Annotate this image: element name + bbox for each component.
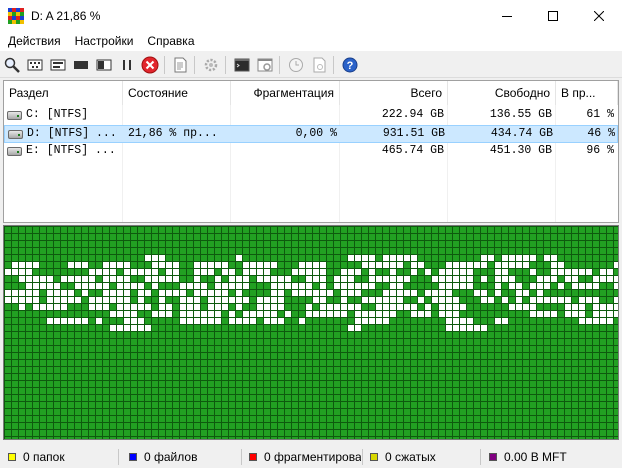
mft-optimize-button[interactable]	[94, 55, 114, 75]
volume-row[interactable]: C: [NTFS] 222.94 GB 136.55 GB 61 %	[4, 107, 618, 125]
stop-icon	[141, 56, 159, 74]
cell-free: 451.30 GB	[489, 144, 552, 157]
cell-fragmentation: 0,00 %	[295, 127, 337, 140]
cluster-map-grid	[4, 226, 618, 439]
cell-free: 136.55 GB	[489, 108, 552, 121]
menu-bar: Действия Настройки Справка	[0, 31, 622, 51]
drive-icon	[7, 147, 22, 156]
cluster-map	[3, 225, 619, 440]
schedule-icon	[289, 58, 303, 72]
cell-percent: 61 %	[586, 108, 614, 121]
legend-blue-swatch	[129, 453, 137, 461]
column-header-status[interactable]: Состояние	[123, 81, 231, 105]
analyze-icon	[4, 57, 20, 73]
report-icon	[174, 57, 187, 73]
toolbar: ?	[0, 52, 622, 78]
boot-time-icon	[257, 58, 273, 72]
mft-optimize-icon	[96, 59, 112, 71]
status-mft: 0.00 В MFT	[489, 448, 614, 466]
pause-icon	[123, 60, 131, 70]
defrag-icon	[27, 59, 43, 71]
console-button[interactable]	[232, 55, 252, 75]
legend-olive-swatch	[370, 453, 378, 461]
cell-fragmentation	[231, 143, 340, 159]
volume-row[interactable]: D: [NTFS] ... 21,86 % пр... 0,00 % 931.51 G…	[4, 125, 618, 143]
close-button[interactable]	[576, 0, 622, 31]
window-title: D: A 21,86 %	[31, 8, 101, 23]
column-header-free[interactable]: Свободно	[448, 81, 556, 105]
column-header-used-percent[interactable]: В пр...	[556, 81, 618, 105]
maximize-button[interactable]	[530, 0, 576, 31]
legend-yellow-swatch	[8, 453, 16, 461]
menu-settings[interactable]: Настройки	[68, 31, 141, 51]
defrag-button[interactable]	[25, 55, 45, 75]
console-icon	[234, 58, 250, 72]
cell-free: 434.74 GB	[490, 127, 553, 140]
cell-volume: C: [NTFS]	[26, 108, 89, 121]
cell-status: 21,86 % пр...	[128, 127, 218, 140]
help-icon: ?	[342, 57, 358, 73]
maximize-icon	[548, 10, 558, 21]
svg-text:?: ?	[347, 60, 354, 72]
title-bar: D: A 21,86 %	[0, 0, 622, 31]
cell-fragmentation	[231, 107, 340, 123]
drive-icon	[8, 130, 23, 139]
analyze-button[interactable]	[2, 55, 22, 75]
drive-icon	[7, 111, 22, 120]
quick-optimize-button[interactable]	[48, 55, 68, 75]
status-fragmented: 0 фрагментирова	[249, 448, 361, 466]
help-button[interactable]: ?	[340, 55, 360, 75]
minimize-icon	[502, 15, 512, 17]
full-optimize-icon	[74, 61, 88, 69]
volume-list[interactable]: Раздел Состояние Фрагментация Всего Своб…	[3, 80, 619, 223]
status-bar: 0 папок 0 файлов 0 фрагментирова 0 сжаты…	[0, 446, 622, 468]
cell-percent: 46 %	[587, 127, 615, 140]
cell-volume: D: [NTFS] ...	[27, 127, 117, 140]
status-files: 0 файлов	[129, 448, 241, 466]
pause-button[interactable]	[117, 55, 137, 75]
cell-total: 222.94 GB	[381, 108, 444, 121]
settings-button[interactable]	[201, 55, 221, 75]
minimize-button[interactable]	[484, 0, 530, 31]
menu-help[interactable]: Справка	[140, 31, 201, 51]
status-directories: 0 папок	[8, 448, 120, 466]
cell-total: 931.51 GB	[382, 127, 445, 140]
cell-status	[123, 107, 231, 123]
quick-optimize-icon	[50, 59, 66, 71]
settings-icon	[204, 58, 218, 72]
scripts-button[interactable]	[309, 55, 329, 75]
boot-time-button[interactable]	[255, 55, 275, 75]
schedule-button[interactable]	[286, 55, 306, 75]
legend-red-swatch	[249, 453, 257, 461]
status-compressed: 0 сжатых	[370, 448, 482, 466]
cell-percent: 96 %	[586, 144, 614, 157]
stop-button[interactable]	[140, 55, 160, 75]
menu-actions[interactable]: Действия	[1, 31, 68, 51]
report-button[interactable]	[170, 55, 190, 75]
full-optimize-button[interactable]	[71, 55, 91, 75]
scripts-icon	[313, 57, 326, 73]
legend-purple-swatch	[489, 453, 497, 461]
cell-volume: E: [NTFS] ...	[26, 144, 116, 157]
cell-status	[123, 143, 231, 159]
cell-total: 465.74 GB	[381, 144, 444, 157]
column-header-volume[interactable]: Раздел	[4, 81, 123, 105]
close-icon	[594, 10, 604, 21]
defrag-grid-icon	[8, 7, 24, 24]
volume-row[interactable]: E: [NTFS] ... 465.74 GB 451.30 GB 96 %	[4, 143, 618, 161]
column-header-fragmentation[interactable]: Фрагментация	[231, 81, 340, 105]
column-header-total[interactable]: Всего	[340, 81, 448, 105]
